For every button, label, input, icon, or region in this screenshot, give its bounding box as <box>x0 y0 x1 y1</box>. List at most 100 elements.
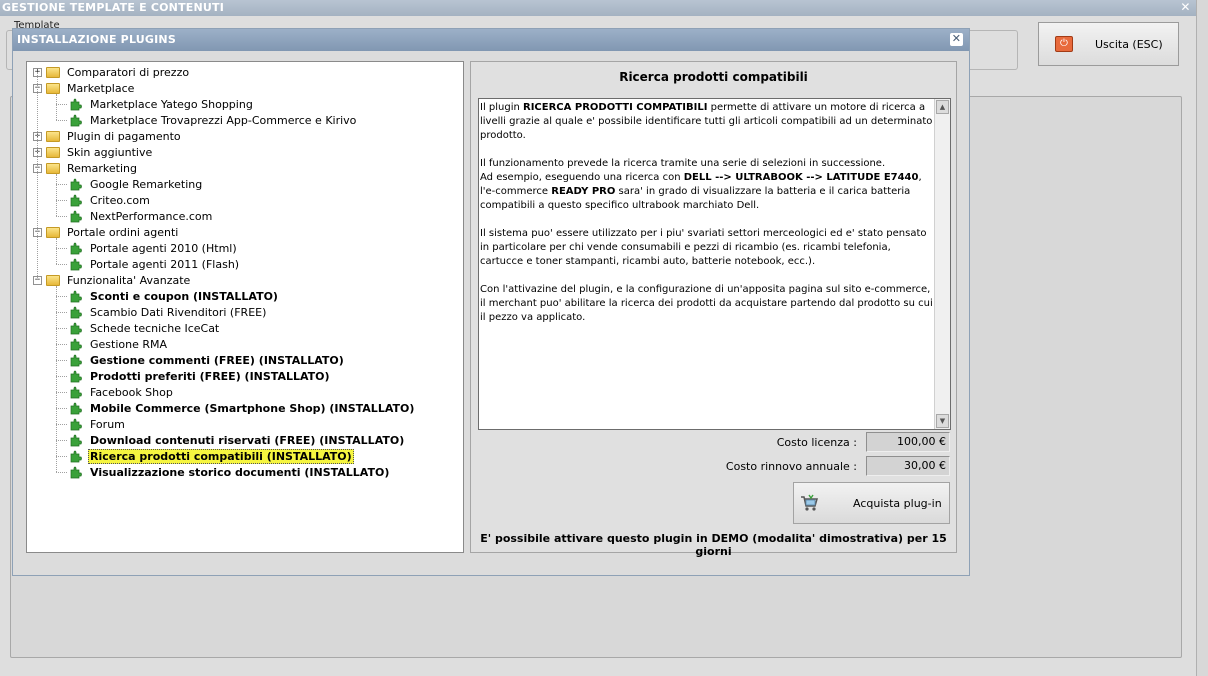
tree-item-label: Gestione RMA <box>90 337 168 351</box>
tree-item-label: Plugin di pagamento <box>67 129 181 143</box>
tree-plugin-item[interactable]: Download contenuti riservati (FREE) (INS… <box>69 432 406 448</box>
tree-item-label: Comparatori di prezzo <box>67 65 190 79</box>
outer-window-titlebar: GESTIONE TEMPLATE E CONTENUTI ✕ <box>0 0 1196 16</box>
tree-folder[interactable]: − Marketplace <box>33 80 136 96</box>
tree-item-label: Remarketing <box>67 161 137 175</box>
plugin-tree[interactable]: + Comparatori di prezzo − Marketplace Market… <box>26 61 464 553</box>
tree-item-label: NextPerformance.com <box>90 209 213 223</box>
dialog-close-icon[interactable]: ✕ <box>950 33 963 46</box>
description-scrollbar[interactable]: ▲ ▼ <box>934 99 950 429</box>
folder-icon <box>46 274 60 286</box>
plugin-puzzle-icon <box>69 401 83 415</box>
plugin-puzzle-icon <box>69 353 83 367</box>
outer-window-title: GESTIONE TEMPLATE E CONTENUTI <box>2 1 225 14</box>
tree-item-label: Google Remarketing <box>90 177 203 191</box>
plugin-puzzle-icon <box>69 113 83 127</box>
buy-plugin-label: Acquista plug-in <box>853 496 942 510</box>
plugin-puzzle-icon <box>69 241 83 255</box>
tree-plugin-item[interactable]: Forum <box>69 416 127 432</box>
exit-button[interactable]: ⏻ Uscita (ESC) <box>1038 22 1179 66</box>
tree-plugin-item[interactable]: Schede tecniche IceCat <box>69 320 221 336</box>
shopping-cart-icon <box>801 494 818 511</box>
folder-icon <box>46 226 60 238</box>
plugin-puzzle-icon <box>69 177 83 191</box>
plugin-puzzle-icon <box>69 449 83 463</box>
tree-plugin-item[interactable]: Gestione commenti (FREE) (INSTALLATO) <box>69 352 346 368</box>
tree-item-label: Marketplace Yatego Shopping <box>90 97 253 111</box>
scroll-up-icon[interactable]: ▲ <box>936 100 949 114</box>
dialog-titlebar: INSTALLAZIONE PLUGINS ✕ <box>13 29 969 51</box>
tree-plugin-item[interactable]: Visualizzazione storico documenti (INSTA… <box>69 464 391 480</box>
buy-plugin-button[interactable]: Acquista plug-in <box>793 482 950 524</box>
folder-icon <box>46 66 60 78</box>
tree-item-label: Schede tecniche IceCat <box>90 321 220 335</box>
plugin-description-box[interactable]: Il plugin RICERCA PRODOTTI COMPATIBILI p… <box>478 98 951 430</box>
tree-plugin-item[interactable]: Marketplace Yatego Shopping <box>69 96 255 112</box>
tree-folder[interactable]: + Plugin di pagamento <box>33 128 183 144</box>
tree-folder[interactable]: + Comparatori di prezzo <box>33 64 191 80</box>
tree-plugin-item[interactable]: Ricerca prodotti compatibili (INSTALLATO… <box>69 448 354 464</box>
tree-item-label: Visualizzazione storico documenti (INSTA… <box>90 465 390 479</box>
tree-plugin-item[interactable]: NextPerformance.com <box>69 208 214 224</box>
tree-plugin-item[interactable]: Mobile Commerce (Smartphone Shop) (INSTA… <box>69 400 416 416</box>
demo-note: E' possibile attivare questo plugin in D… <box>480 532 947 558</box>
tree-item-label: Funzionalita' Avanzate <box>67 273 191 287</box>
plugin-puzzle-icon <box>69 465 83 479</box>
plugin-description-text: Il plugin RICERCA PRODOTTI COMPATIBILI p… <box>480 102 933 323</box>
plugin-puzzle-icon <box>69 433 83 447</box>
tree-plugin-item[interactable]: Portale agenti 2010 (Html) <box>69 240 239 256</box>
tree-item-label: Gestione commenti (FREE) (INSTALLATO) <box>90 353 344 367</box>
folder-icon <box>46 130 60 142</box>
tree-item-label: Forum <box>90 417 125 431</box>
folder-icon <box>46 162 60 174</box>
outer-scrollbar[interactable] <box>1196 0 1208 676</box>
tree-item-label: Skin aggiuntive <box>67 145 153 159</box>
tree-folder[interactable]: + Skin aggiuntive <box>33 144 154 160</box>
license-cost-label: Costo licenza : <box>776 436 857 449</box>
scroll-down-icon[interactable]: ▼ <box>936 414 949 428</box>
tree-item-label: Ricerca prodotti compatibili (INSTALLATO… <box>88 448 354 464</box>
tree-item-label: Portale ordini agenti <box>67 225 179 239</box>
tree-item-label: Facebook Shop <box>90 385 173 399</box>
tree-plugin-item[interactable]: Criteo.com <box>69 192 152 208</box>
tree-item-label: Download contenuti riservati (FREE) (INS… <box>90 433 405 447</box>
tree-plugin-item[interactable]: Google Remarketing <box>69 176 204 192</box>
plugin-puzzle-icon <box>69 97 83 111</box>
tree-item-label: Criteo.com <box>90 193 150 207</box>
plugin-puzzle-icon <box>69 257 83 271</box>
tree-item-label: Portale agenti 2010 (Html) <box>90 241 237 255</box>
tree-plugin-item[interactable]: Portale agenti 2011 (Flash) <box>69 256 241 272</box>
plugin-puzzle-icon <box>69 385 83 399</box>
tree-plugin-item[interactable]: Gestione RMA <box>69 336 169 352</box>
plugin-puzzle-icon <box>69 289 83 303</box>
tree-item-label: Mobile Commerce (Smartphone Shop) (INSTA… <box>90 401 415 415</box>
tree-plugin-item[interactable]: Prodotti preferiti (FREE) (INSTALLATO) <box>69 368 332 384</box>
tree-item-label: Prodotti preferiti (FREE) (INSTALLATO) <box>90 369 330 383</box>
plugin-detail-panel: Ricerca prodotti compatibili Il plugin R… <box>470 61 957 558</box>
tree-plugin-item[interactable]: Scambio Dati Rivenditori (FREE) <box>69 304 268 320</box>
folder-icon <box>46 82 60 94</box>
tree-plugin-item[interactable]: Facebook Shop <box>69 384 175 400</box>
plugin-puzzle-icon <box>69 193 83 207</box>
dialog-title: INSTALLAZIONE PLUGINS <box>17 33 176 46</box>
tree-plugin-item[interactable]: Sconti e coupon (INSTALLATO) <box>69 288 280 304</box>
plugin-puzzle-icon <box>69 417 83 431</box>
tree-item-label: Portale agenti 2011 (Flash) <box>90 257 240 271</box>
license-cost-field: 100,00 € <box>866 432 950 452</box>
plugin-puzzle-icon <box>69 321 83 335</box>
plugin-puzzle-icon <box>69 305 83 319</box>
tree-folder[interactable]: − Remarketing <box>33 160 139 176</box>
power-icon: ⏻ <box>1055 36 1073 52</box>
folder-icon <box>46 146 60 158</box>
tree-item-label: Marketplace Trovaprezzi App-Commerce e K… <box>90 113 357 127</box>
plugin-puzzle-icon <box>69 337 83 351</box>
tree-item-label: Scambio Dati Rivenditori (FREE) <box>90 305 267 319</box>
outer-close-icon[interactable]: ✕ <box>1179 1 1192 14</box>
renewal-cost-label: Costo rinnovo annuale : <box>725 460 857 473</box>
renewal-cost-field: 30,00 € <box>866 456 950 476</box>
plugin-puzzle-icon <box>69 369 83 383</box>
plugin-detail-title: Ricerca prodotti compatibili <box>619 70 808 84</box>
tree-item-label: Sconti e coupon (INSTALLATO) <box>90 289 278 303</box>
plugin-puzzle-icon <box>69 209 83 223</box>
tree-plugin-item[interactable]: Marketplace Trovaprezzi App-Commerce e K… <box>69 112 358 128</box>
